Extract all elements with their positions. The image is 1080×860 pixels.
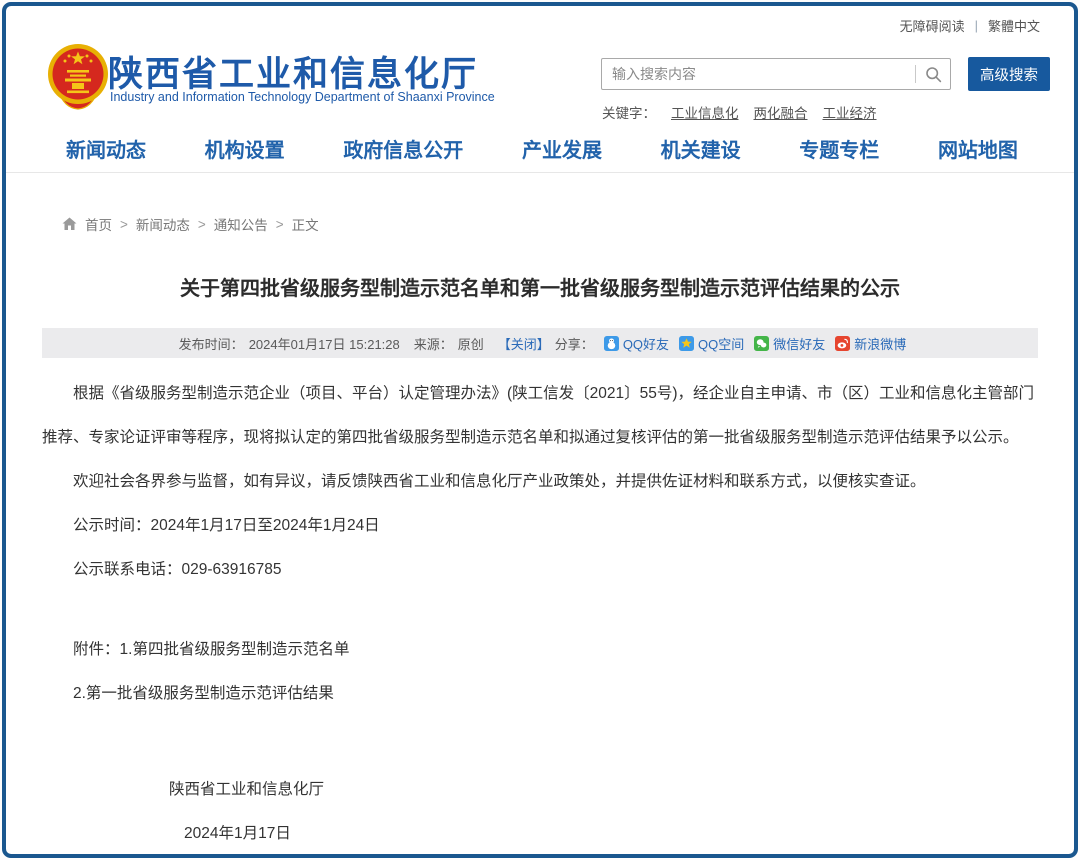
topbar-separator: | <box>975 18 978 33</box>
search-box <box>601 58 951 90</box>
nav-item-industry[interactable]: 产业发展 <box>522 134 602 163</box>
breadcrumb-current: 正文 <box>292 214 319 234</box>
breadcrumb-separator: > <box>276 217 284 232</box>
paragraph-basis: 根据《省级服务型制造示范企业（项目、平台）认定管理办法》(陕工信发〔2021〕5… <box>42 372 1038 460</box>
keyword-link-integration[interactable]: 两化融合 <box>754 102 808 122</box>
home-icon <box>62 217 77 231</box>
share-qzone[interactable]: QQ空间 <box>679 334 744 353</box>
nav-item-sitemap[interactable]: 网站地图 <box>938 134 1018 163</box>
attachments-label: 附件： <box>73 641 120 658</box>
attachment-link-2[interactable]: 2.第一批省级服务型制造示范评估结果 <box>73 685 334 702</box>
attachment-line-2: 2.第一批省级服务型制造示范评估结果 <box>42 672 1038 716</box>
article-title: 关于第四批省级服务型制造示范名单和第一批省级服务型制造示范评估结果的公示 <box>6 272 1074 301</box>
share-weibo-label: 新浪微博 <box>854 334 906 353</box>
magnifier-icon <box>925 66 942 83</box>
nav-item-organization[interactable]: 机构设置 <box>205 134 285 163</box>
keywords-label: 关键字： <box>602 102 656 122</box>
breadcrumb-separator: > <box>198 217 206 232</box>
national-emblem-icon <box>46 42 110 114</box>
close-button[interactable]: 【关闭】 <box>498 334 550 353</box>
share-qq-friend-label: QQ好友 <box>623 334 669 353</box>
paragraph-public-period: 公示时间：2024年1月17日至2024年1月24日 <box>42 504 1038 548</box>
accessibility-link[interactable]: 无障碍阅读 <box>900 16 965 35</box>
publish-time-label: 发布时间： <box>179 334 244 353</box>
breadcrumb-notices[interactable]: 通知公告 <box>214 214 268 234</box>
article-body: 根据《省级服务型制造示范企业（项目、平台）认定管理办法》(陕工信发〔2021〕5… <box>42 358 1038 856</box>
keyword-link-industry-economy[interactable]: 工业经济 <box>823 102 877 122</box>
search-submit[interactable] <box>916 59 950 89</box>
share-qq-friend[interactable]: QQ好友 <box>604 334 669 353</box>
breadcrumb-news[interactable]: 新闻动态 <box>136 214 190 234</box>
qq-icon <box>604 336 619 351</box>
share-label: 分享： <box>555 334 594 353</box>
national-emblem-logo <box>46 42 110 114</box>
share-qzone-label: QQ空间 <box>698 334 744 353</box>
share-wechat[interactable]: 微信好友 <box>754 334 825 353</box>
source-label: 来源： <box>414 334 453 353</box>
share-weibo[interactable]: 新浪微博 <box>835 334 906 353</box>
page-frame: 无障碍阅读 | 繁體中文 陕西省工业和信息化厅 Industry and Inf… <box>2 2 1078 858</box>
signature-organization: 陕西省工业和信息化厅 <box>42 768 1038 812</box>
weibo-icon <box>835 336 850 351</box>
article-meta-bar: 发布时间： 2024年01月17日 15:21:28 来源： 原创 【关闭】 分… <box>42 328 1038 358</box>
nav-item-special[interactable]: 专题专栏 <box>799 134 879 163</box>
qzone-icon <box>679 336 694 351</box>
traditional-chinese-link[interactable]: 繁體中文 <box>988 16 1040 35</box>
breadcrumb: 首页 > 新闻动态 > 通知公告 > 正文 <box>62 214 319 234</box>
keyword-link-industry-info[interactable]: 工业信息化 <box>671 102 739 122</box>
advanced-search-button[interactable]: 高级搜索 <box>968 57 1050 91</box>
site-subtitle: Industry and Information Technology Depa… <box>110 90 495 104</box>
main-nav: 新闻动态 机构设置 政府信息公开 产业发展 机关建设 专题专栏 网站地图 <box>46 134 1046 163</box>
attachment-link-1[interactable]: 1.第四批省级服务型制造示范名单 <box>120 641 350 658</box>
breadcrumb-home[interactable]: 首页 <box>85 214 112 234</box>
signature-date: 2024年1月17日 <box>42 812 1038 856</box>
search-keywords: 关键字： 工业信息化 两化融合 工业经济 <box>602 102 877 122</box>
top-utility-bar: 无障碍阅读 | 繁體中文 <box>900 16 1040 35</box>
source-value: 原创 <box>458 334 484 353</box>
breadcrumb-separator: > <box>120 217 128 232</box>
wechat-icon <box>754 336 769 351</box>
nav-item-agency[interactable]: 机关建设 <box>661 134 741 163</box>
nav-item-gov-info[interactable]: 政府信息公开 <box>343 134 463 163</box>
attachment-line-1: 附件：1.第四批省级服务型制造示范名单 <box>42 628 1038 672</box>
nav-divider <box>6 172 1074 173</box>
paragraph-supervision: 欢迎社会各界参与监督，如有异议，请反馈陕西省工业和信息化厅产业政策处，并提供佐证… <box>42 460 1038 504</box>
share-wechat-label: 微信好友 <box>773 334 825 353</box>
search-input[interactable] <box>602 59 915 89</box>
nav-item-news[interactable]: 新闻动态 <box>66 134 146 163</box>
paragraph-contact-phone: 公示联系电话：029-63916785 <box>42 548 1038 592</box>
publish-time-value: 2024年01月17日 15:21:28 <box>249 334 400 353</box>
